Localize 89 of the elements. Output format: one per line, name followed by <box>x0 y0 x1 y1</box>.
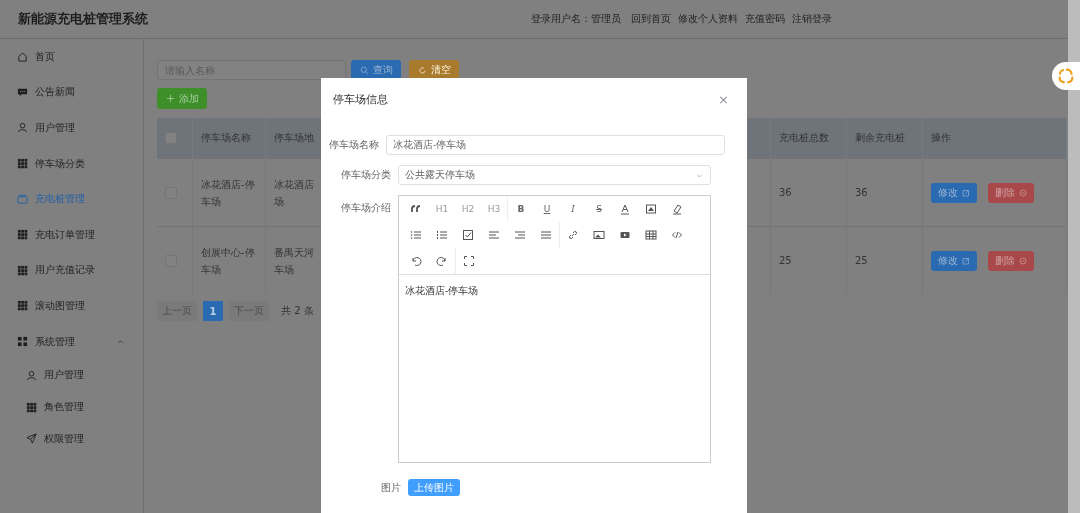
sidebar-item[interactable]: 停车场分类 <box>0 145 143 182</box>
refresh-icon <box>417 65 427 75</box>
video-icon <box>619 229 631 241</box>
eraser-icon <box>671 203 683 215</box>
link-icon <box>567 229 579 241</box>
minus-circle-icon <box>1019 188 1027 197</box>
name-field[interactable]: 冰花酒店-停车场 <box>386 135 725 155</box>
delete-button[interactable]: 删除 <box>988 250 1034 271</box>
font-color-icon <box>619 203 631 215</box>
rich-text-editor[interactable]: H1 H2 H3 B U I S 冰花酒店-停车场 <box>398 195 711 463</box>
scrollbar[interactable] <box>1068 0 1080 513</box>
sidebar-item[interactable]: 角色管理 <box>0 391 143 423</box>
card-icon <box>17 193 28 205</box>
field-label: 停车场介绍 <box>340 201 391 215</box>
grid-icon <box>17 158 28 170</box>
toolbar-button[interactable]: B <box>508 204 534 214</box>
field-label: 图片 <box>380 480 401 495</box>
image-icon <box>593 229 605 241</box>
table-cell: 36 <box>770 158 847 227</box>
sidebar-item[interactable]: 首页 <box>0 39 143 75</box>
grid-icon <box>17 264 28 276</box>
align-right-icon <box>514 229 526 241</box>
highlight-icon <box>645 203 657 215</box>
sidebar-item[interactable]: 系统管理 <box>0 323 143 360</box>
column-header: 停车场名称 <box>192 118 266 159</box>
toolbar-button[interactable]: I <box>560 204 586 214</box>
align-left-icon <box>488 229 500 241</box>
reset-button[interactable]: 清空 <box>409 60 459 80</box>
table-cell: 25 <box>846 226 923 294</box>
redo-icon <box>436 255 448 267</box>
sidebar-item[interactable]: 用户管理 <box>0 359 143 392</box>
edit-icon <box>962 188 970 197</box>
add-button[interactable]: 添加 <box>157 88 207 109</box>
delete-button[interactable]: 删除 <box>988 182 1034 203</box>
edit-button[interactable]: 修改 <box>931 250 977 271</box>
numbered-list-icon <box>436 229 448 241</box>
plus-icon <box>165 94 175 103</box>
undo-icon <box>410 255 422 267</box>
field-label: 停车场分类 <box>340 168 391 182</box>
table-cell: 25 <box>770 226 847 294</box>
toolbar-button[interactable]: H1 <box>429 204 455 214</box>
page-button[interactable]: 1 <box>203 301 223 321</box>
table-cell: 冰花酒店-停车场 <box>192 158 266 227</box>
code-icon <box>671 229 683 241</box>
bullet-list-icon <box>410 229 422 241</box>
user-label: 登录用户名：管理员 <box>531 12 621 26</box>
home-icon <box>17 51 28 63</box>
upload-button[interactable]: 上传图片 <box>408 479 460 496</box>
sidebar-item[interactable]: 权限管理 <box>0 422 143 455</box>
header-link[interactable]: 回到首页 <box>631 12 671 26</box>
table-cell: 36 <box>846 158 923 227</box>
sidebar-item[interactable]: 用户充值记录 <box>0 252 143 289</box>
dialog-title: 停车场信息 <box>333 91 388 107</box>
toolbar-button[interactable]: H2 <box>455 204 481 214</box>
edit-icon <box>962 256 970 265</box>
toolbar-button[interactable]: S <box>586 204 612 214</box>
apps-icon <box>17 336 28 348</box>
justify-icon <box>540 229 552 241</box>
table-icon <box>645 229 657 241</box>
minus-circle-icon <box>1019 256 1027 265</box>
sidebar-item[interactable]: 滚动图管理 <box>0 288 143 324</box>
toolbar-button[interactable]: H3 <box>481 204 507 214</box>
total-count: 共 2 条 <box>281 304 314 318</box>
sidebar-item[interactable]: 充电订单管理 <box>0 216 143 253</box>
user-icon <box>17 122 28 134</box>
table-cell: 创展中心-停车场 <box>192 226 266 294</box>
edit-button[interactable]: 修改 <box>931 182 977 203</box>
header-link[interactable]: 充值密码 <box>745 12 785 26</box>
sidebar-item[interactable]: 用户管理 <box>0 110 143 146</box>
chat-icon <box>17 86 28 98</box>
checklist-icon <box>462 229 474 241</box>
send-icon <box>26 433 37 445</box>
grid-icon <box>26 401 37 413</box>
editor-text: 冰花酒店-停车场 <box>404 284 480 298</box>
category-select[interactable]: 公共露天停车场 <box>398 165 711 185</box>
grid-icon <box>17 300 28 312</box>
header-link[interactable]: 修改个人资料 <box>678 12 738 26</box>
user-icon <box>26 369 37 381</box>
column-header: 操作 <box>922 118 1067 159</box>
toolbar-button[interactable]: U <box>534 204 560 214</box>
header-link[interactable]: 注销登录 <box>792 12 832 26</box>
app-title: 新能源充电桩管理系统 <box>18 10 149 28</box>
search-button[interactable]: 查询 <box>351 60 401 80</box>
grid-icon <box>17 229 28 241</box>
quote-icon <box>410 203 422 215</box>
search-icon <box>359 65 369 75</box>
fullscreen-icon <box>463 255 475 267</box>
close-button[interactable]: × <box>718 91 729 107</box>
sidebar-item[interactable]: 公告新闻 <box>0 74 143 111</box>
